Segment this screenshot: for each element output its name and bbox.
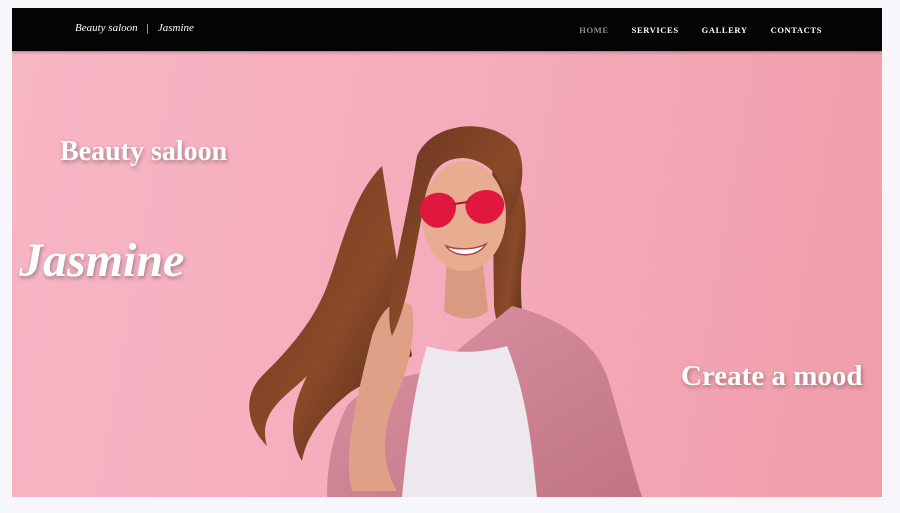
- nav-contacts-link[interactable]: CONTACTS: [771, 25, 822, 35]
- hero-banner: Beauty saloon Jasmine Create a mood: [12, 51, 882, 497]
- hero-title: Jasmine: [19, 234, 185, 287]
- hero-tagline: Create a mood: [681, 360, 863, 392]
- top-navbar: Beauty saloon | Jasmine HOME SERVICES GALL…: [12, 8, 882, 51]
- page-frame: Beauty saloon | Jasmine HOME SERVICES GALL…: [12, 8, 882, 497]
- brand-logo[interactable]: Beauty saloon | Jasmine: [75, 22, 194, 34]
- brand-separator: |: [146, 22, 149, 34]
- nav-gallery-link[interactable]: GALLERY: [702, 25, 748, 35]
- nav-services-link[interactable]: SERVICES: [632, 25, 679, 35]
- brand-subname: Jasmine: [157, 22, 194, 34]
- hero-subtitle: Beauty saloon: [60, 136, 228, 167]
- nav-home-link[interactable]: HOME: [579, 25, 608, 35]
- main-nav: HOME SERVICES GALLERY CONTACTS: [579, 25, 822, 35]
- hero-photo: [249, 126, 642, 497]
- brand-name: Beauty saloon: [75, 22, 138, 34]
